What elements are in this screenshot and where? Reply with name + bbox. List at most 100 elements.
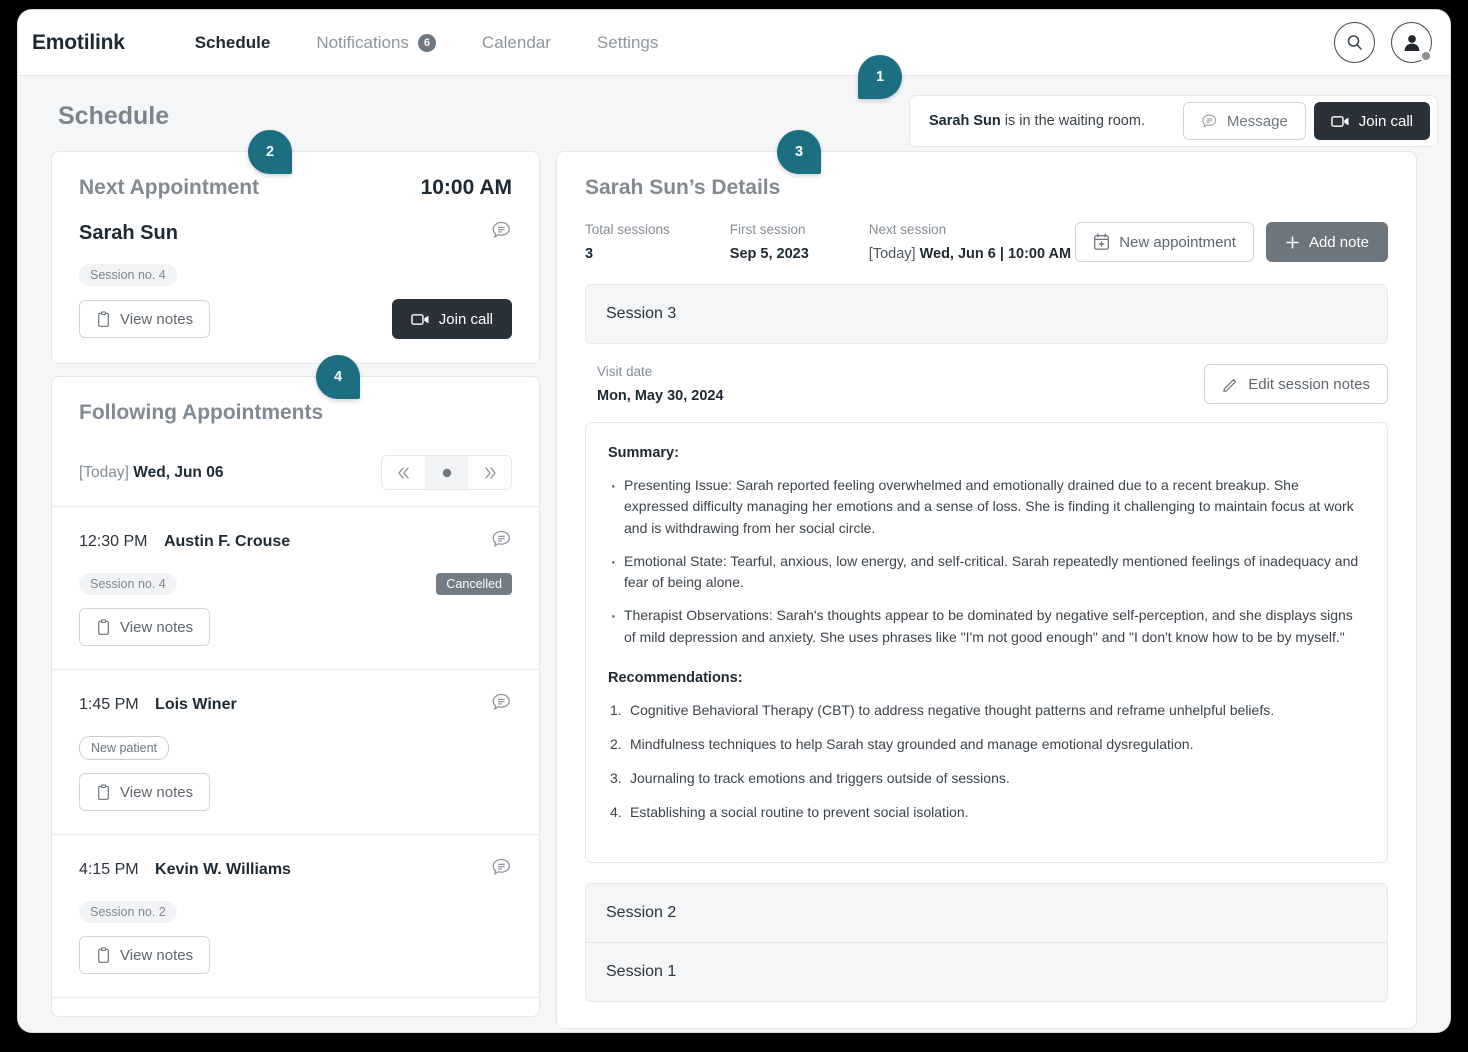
top-navigation-bar: Emotilink Schedule Notifications 6 Calen…	[18, 10, 1450, 76]
avatar-status-dot	[1420, 50, 1432, 62]
recommendations-heading: Recommendations:	[608, 669, 743, 686]
notifications-count-badge: 6	[417, 33, 436, 52]
message-icon	[492, 858, 510, 876]
clipboard-icon	[98, 946, 109, 963]
view-notes-button[interactable]: View notes	[79, 773, 211, 811]
view-notes-button[interactable]: View notes	[79, 936, 211, 974]
new-appointment-label: New appointment	[1119, 233, 1236, 251]
add-note-button[interactable]: Add note	[1265, 222, 1388, 262]
view-notes-button[interactable]: View notes	[79, 608, 211, 646]
appointment-meta-row: Session no. 4 Cancelled	[79, 555, 512, 595]
clipboard-icon	[98, 783, 109, 800]
message-button[interactable]: Message	[1182, 102, 1306, 140]
next-appointment-actions: View notes Join call	[79, 299, 512, 339]
search-button[interactable]	[1334, 22, 1375, 63]
appointment-row: 12:30 PM Austin F. Crouse Session no. 4 …	[52, 507, 539, 670]
summary-bullet-list: Presenting Issue: Sarah reported feeling…	[608, 471, 1363, 648]
patient-details-card: 3 Sarah Sun’s Details Total sessions 3 F…	[556, 130, 1417, 1029]
annotation-marker-2: 2	[248, 130, 292, 174]
patient-details-title: Sarah Sun’s Details	[585, 176, 781, 199]
patient-stats-row: Total sessions 3 First session Sep 5, 20…	[585, 222, 1388, 284]
appointment-patient-name: Lois Winer	[155, 696, 237, 713]
summary-bullet: Therapist Observations: Sarah's thoughts…	[608, 601, 1363, 648]
recommendation-item: Establishing a social routine to prevent…	[610, 802, 969, 823]
next-session-value: Wed, Jun 6 | 10:00 AM	[919, 246, 1072, 262]
recommendation-item: Journaling to track emotions and trigger…	[610, 768, 1010, 789]
stat-first-session: First session Sep 5, 2023	[730, 222, 809, 262]
chevron-double-right-icon	[484, 466, 496, 479]
view-notes-label: View notes	[120, 310, 194, 328]
recommendations-list: Cognitive Behavioral Therapy (CBT) to ad…	[608, 700, 1363, 823]
visit-date-value: Mon, May 30, 2024	[597, 388, 724, 404]
join-call-card-button[interactable]: Join call	[391, 299, 512, 339]
message-icon	[492, 693, 510, 711]
session-3-header[interactable]: Session 3	[585, 284, 1388, 344]
next-appointment-patient-name: Sarah Sun	[79, 221, 178, 244]
pager-previous-button[interactable]	[382, 456, 425, 489]
appointment-session-chip: Session no. 4	[79, 573, 177, 595]
appointment-message-button[interactable]	[491, 529, 512, 555]
nav-item-settings[interactable]: Settings	[597, 33, 658, 53]
nav-item-schedule[interactable]: Schedule	[195, 33, 271, 53]
appointment-actions: View notes	[79, 773, 512, 811]
plus-icon	[1286, 235, 1299, 249]
left-column: 2 Next Appointment 10:00 AM Sarah Sun Se…	[51, 130, 540, 1017]
appointment-meta-row: New patient	[79, 718, 512, 760]
appointment-message-button[interactable]	[491, 857, 512, 883]
appointment-title: 4:15 PM Kevin W. Williams	[79, 861, 291, 879]
chevron-double-left-icon	[397, 466, 409, 479]
following-today-label: [Today]	[79, 463, 129, 481]
card-bottom-spacer	[52, 998, 539, 1016]
dot-icon	[442, 468, 451, 477]
waiting-room-text: Sarah Sun is in the waiting room.	[929, 113, 1145, 129]
session-notes-box: Summary: Presenting Issue: Sarah reporte…	[585, 422, 1388, 863]
session-2-header[interactable]: Session 2	[586, 884, 1387, 943]
summary-bullet: Presenting Issue: Sarah reported feeling…	[608, 471, 1363, 539]
session-3-content: Visit date Mon, May 30, 2024 Edit sessio…	[585, 344, 1388, 863]
pager-today-button[interactable]	[425, 456, 468, 489]
join-call-banner-button[interactable]: Join call	[1313, 102, 1430, 140]
clipboard-icon	[98, 310, 109, 327]
details-bottom-spacer	[557, 1002, 1416, 1028]
view-notes-label: View notes	[120, 946, 194, 964]
nav-item-notifications[interactable]: Notifications 6	[316, 33, 436, 53]
annotation-marker-3-label: 3	[794, 144, 804, 160]
view-notes-button[interactable]: View notes	[79, 300, 211, 338]
next-appointment-card: 2 Next Appointment 10:00 AM Sarah Sun Se…	[51, 130, 540, 364]
appointment-time: 4:15 PM	[79, 861, 139, 878]
recommendation-item: Cognitive Behavioral Therapy (CBT) to ad…	[610, 700, 1275, 721]
annotation-marker-3: 3	[777, 130, 821, 174]
edit-session-notes-button[interactable]: Edit session notes	[1204, 364, 1388, 404]
appointment-actions: View notes	[79, 936, 512, 974]
edit-session-notes-label: Edit session notes	[1248, 375, 1370, 393]
nav-label-schedule: Schedule	[194, 32, 271, 52]
collapsed-sessions-group: Session 2 Session 1	[585, 882, 1388, 1002]
pencil-icon	[1223, 378, 1237, 392]
annotation-marker-4-label: 4	[333, 369, 343, 385]
right-column: 3 Sarah Sun’s Details Total sessions 3 F…	[556, 130, 1417, 1029]
waiting-room-banner: Sarah Sun is in the waiting room. Messag…	[909, 95, 1438, 147]
pager-next-button[interactable]	[468, 456, 511, 489]
nav-label-settings: Settings	[596, 32, 659, 52]
next-appointment-message-button[interactable]	[491, 220, 512, 246]
following-date: [Today] Wed, Jun 06	[79, 464, 223, 482]
stat-label: Total sessions	[585, 222, 670, 237]
appointment-message-button[interactable]	[491, 692, 512, 718]
stat-label: Next session	[868, 222, 947, 237]
appointment-time: 12:30 PM	[79, 533, 148, 550]
message-icon	[492, 221, 510, 239]
appointment-meta-row: Session no. 2	[79, 883, 512, 923]
stat-next-session: Next session [Today] Wed, Jun 6 | 10:00 …	[869, 222, 1071, 262]
message-button-label: Message	[1226, 112, 1288, 130]
waiting-room-message: is in the waiting room.	[1000, 113, 1145, 129]
following-date-value: Wed, Jun 06	[133, 463, 224, 481]
session-3-title: Session 3	[606, 305, 677, 322]
patient-details-header: Sarah Sun’s Details Total sessions 3 Fir…	[557, 152, 1416, 284]
session-1-header[interactable]: Session 1	[586, 943, 1387, 1001]
join-call-banner-label: Join call	[1358, 112, 1413, 130]
user-avatar-button[interactable]	[1391, 22, 1432, 63]
new-appointment-button[interactable]: New appointment	[1075, 222, 1254, 262]
nav-item-calendar[interactable]: Calendar	[482, 33, 551, 53]
following-appointments-title: Following Appointments	[79, 401, 324, 424]
appointment-patient-name: Kevin W. Williams	[155, 861, 291, 878]
